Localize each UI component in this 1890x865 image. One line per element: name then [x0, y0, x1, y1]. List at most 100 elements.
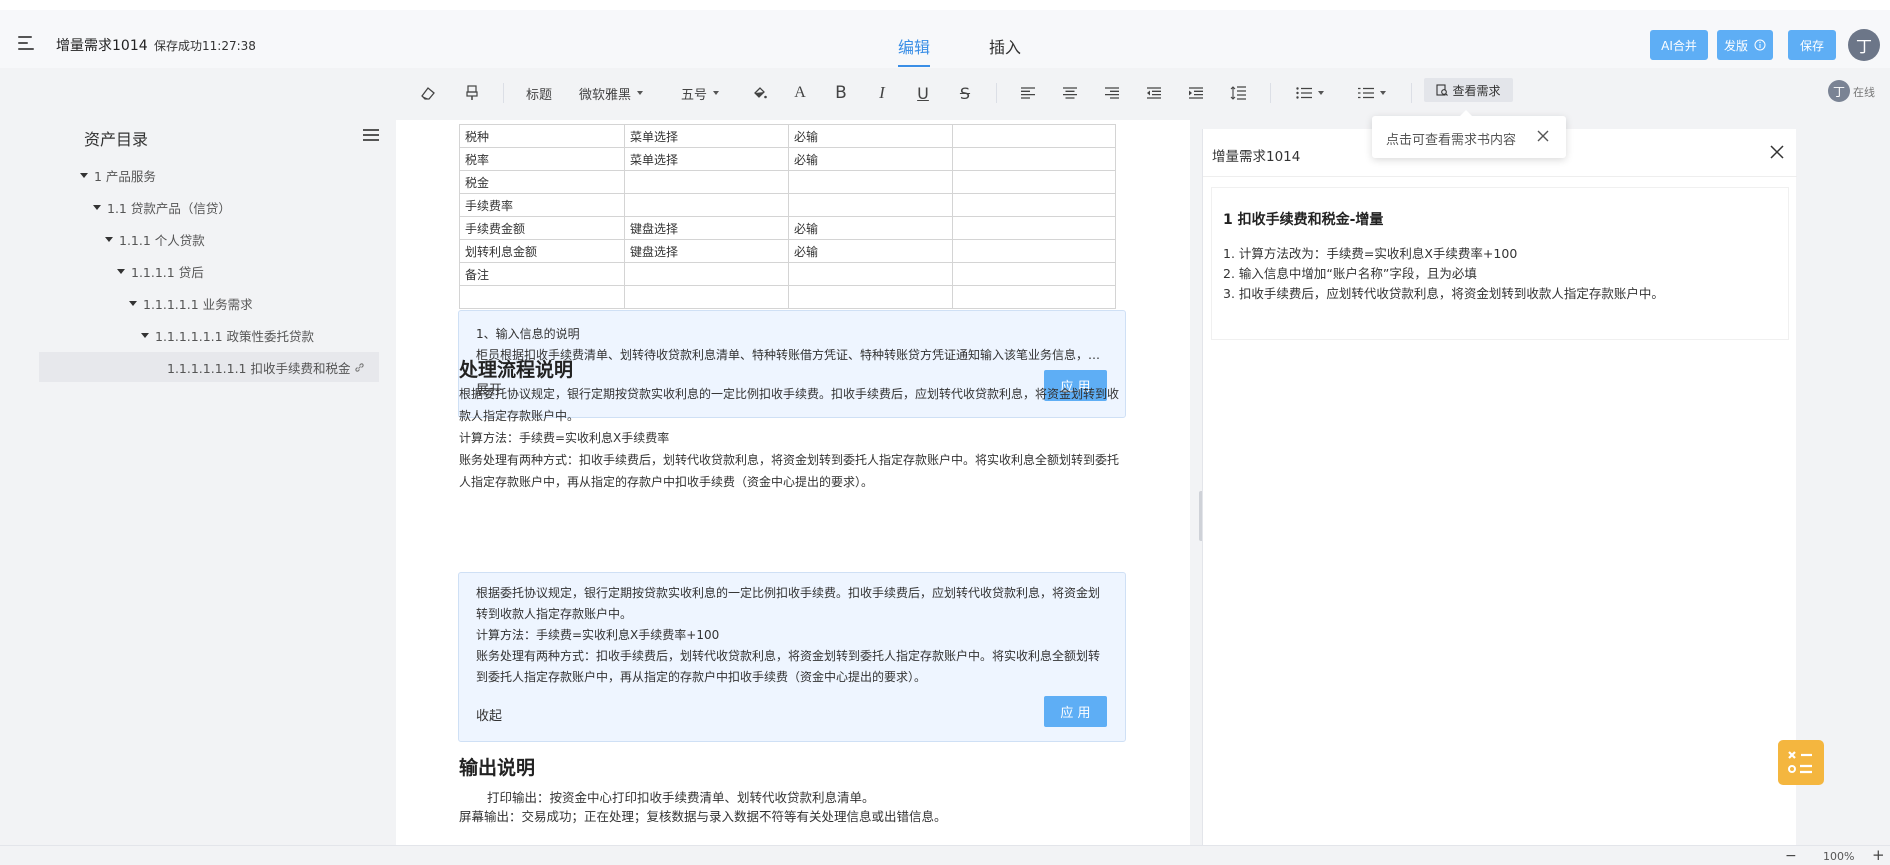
table-row: 税金 [459, 170, 1116, 194]
tooltip-text: 点击可查看需求书内容 [1386, 133, 1517, 148]
caret-down-icon [117, 268, 125, 274]
requirement-content: 1 扣收手续费和税金-增量 1. 计算方法改为：手续费=实收利息X手续费率+10… [1212, 188, 1788, 339]
process-text: 根据委托协议规定，银行定期按贷款实收利息的一定比例扣收手续费。扣收手续费后，应划… [459, 387, 1120, 489]
requirement-item: 2. 输入信息中增加“账户名称”字段，且为必填 [1223, 266, 1477, 281]
size-select[interactable]: 五号 [674, 81, 726, 105]
requirement-section-title: 1 扣收手续费和税金-增量 [1223, 212, 1384, 228]
align-right-icon[interactable] [1102, 81, 1122, 105]
link-icon [355, 362, 365, 372]
view-requirement-button[interactable]: 查看需求 [1424, 78, 1513, 102]
divider [1270, 83, 1271, 103]
document-page: 税种 菜单选择 必输 税率 菜单选择 必输 税金 手续费率 手续费金额 键盘选择 必输 划转… [396, 120, 1190, 845]
save-status: 保存成功11:27:38 [154, 39, 256, 53]
table-row: 税种 菜单选择 必输 [459, 124, 1116, 148]
process-heading: 处理流程说明 [459, 359, 574, 381]
underline-icon[interactable]: U [913, 81, 933, 105]
fill-color-icon[interactable] [750, 81, 770, 105]
table-row [459, 285, 1116, 309]
ai-merge-button[interactable]: AI合并 [1650, 30, 1708, 60]
output-line: 打印输出：按资金中心打印扣收手续费清单、划转代收贷款利息清单。 [487, 790, 875, 805]
info-icon [1754, 39, 1766, 51]
requirement-panel: 增量需求1014 1 扣收手续费和税金-增量 1. 计算方法改为：手续费=实收利… [1202, 129, 1797, 845]
format-painter-icon[interactable] [462, 81, 482, 105]
online-user-avatar[interactable]: 丁 [1828, 80, 1850, 102]
align-center-icon[interactable] [1060, 81, 1080, 105]
tree-item[interactable]: 1.1.1 个人贷款 [105, 224, 205, 254]
hamburger-menu-icon[interactable] [18, 35, 36, 51]
divider [503, 83, 504, 103]
card-text: 根据委托协议规定，银行定期按贷款实收利息的一定比例扣收手续费。扣收手续费后，应划… [476, 586, 1101, 684]
sidebar-title: 资产目录 [84, 130, 149, 149]
chevron-down-icon [1318, 91, 1324, 95]
align-left-icon[interactable] [1018, 81, 1038, 105]
close-icon[interactable] [1769, 144, 1785, 160]
bullet-list-icon[interactable] [1292, 81, 1328, 105]
table-row: 手续费率 [459, 193, 1116, 217]
divider [1411, 83, 1412, 103]
numbered-list-icon[interactable] [1354, 81, 1390, 105]
ai-suggestion-card: 根据委托协议规定，银行定期按贷款实收利息的一定比例扣收手续费。扣收手续费后，应划… [458, 572, 1126, 742]
card-line: 1、输入信息的说明 [476, 327, 580, 341]
indent-decrease-icon[interactable] [1144, 81, 1164, 105]
chevron-down-icon [1380, 91, 1386, 95]
divider [996, 83, 997, 103]
tree-item[interactable]: 1.1 贷款产品（信贷） [93, 192, 231, 222]
field-table: 税种 菜单选择 必输 税率 菜单选择 必输 税金 手续费率 手续费金额 键盘选择 必输 划转… [459, 124, 1116, 309]
tab-insert[interactable]: 插入 [989, 34, 1021, 58]
zoom-out-button[interactable]: − [1785, 848, 1797, 864]
panel-title: 增量需求1014 [1212, 149, 1301, 165]
heading-select[interactable]: 标题 [523, 81, 555, 105]
tab-edit[interactable]: 编辑 [898, 34, 931, 67]
table-row: 划转利息金额 键盘选择 必输 [459, 239, 1116, 263]
document-search-icon [1436, 84, 1449, 96]
tree-item[interactable]: 1.1.1.1.1.1 政策性委托贷款 [141, 320, 314, 350]
publish-label: 发版 [1723, 38, 1748, 53]
online-status: 在线 [1853, 86, 1875, 99]
requirement-item: 1. 计算方法改为：手续费=实收利息X手续费率+100 [1223, 246, 1518, 261]
font-select[interactable]: 微软雅黑 [572, 81, 650, 105]
calculator-icon [1788, 751, 1812, 774]
save-button[interactable]: 保存 [1788, 30, 1836, 60]
caret-down-icon [141, 332, 149, 338]
eraser-icon[interactable] [418, 81, 438, 105]
table-row: 税率 菜单选择 必输 [459, 147, 1116, 171]
output-heading: 输出说明 [459, 757, 536, 779]
close-icon[interactable] [1536, 129, 1550, 143]
strikethrough-icon[interactable]: S [955, 81, 975, 105]
top-header: 增量需求1014 保存成功11:27:38 编辑 插入 AI合并 发版 保存 丁 [0, 0, 1890, 68]
sidebar-menu-icon[interactable] [363, 128, 379, 142]
font-label: 微软雅黑 [578, 87, 631, 103]
zoom-level: 100% [1823, 850, 1855, 863]
size-label: 五号 [680, 87, 707, 103]
font-color-icon[interactable]: A [790, 81, 810, 105]
italic-icon[interactable]: I [872, 81, 892, 105]
table-row: 备注 [459, 262, 1116, 286]
tree-item[interactable]: 1.1.1.1 贷后 [117, 256, 204, 286]
apply-button[interactable]: 应 用 [1044, 696, 1107, 727]
zoom-in-button[interactable]: + [1872, 846, 1885, 864]
collapse-link[interactable]: 收起 [476, 705, 502, 724]
tree-item[interactable]: 1 产品服务 [80, 160, 156, 190]
document-title: 增量需求1014 [56, 38, 148, 54]
output-line: 屏幕输出：交易成功；正在处理；复核数据与录入数据不符等有关处理信息或出错信息。 [459, 809, 947, 824]
asset-catalog-sidebar: 资产目录 1 产品服务 1.1 贷款产品（信贷） 1.1.1 个人贷款 1.1.… [0, 120, 390, 845]
tree-item[interactable]: 1.1.1.1.1 业务需求 [129, 288, 253, 318]
chevron-down-icon [637, 91, 643, 95]
chevron-down-icon [713, 91, 719, 95]
indent-increase-icon[interactable] [1186, 81, 1206, 105]
caret-down-icon [105, 236, 113, 242]
status-bar: − 100% + [0, 845, 1890, 865]
format-toolbar: 标题 微软雅黑 五号 A B I U S 查看需求 [0, 68, 1890, 120]
caret-down-icon [93, 204, 101, 210]
line-spacing-icon[interactable] [1228, 81, 1248, 105]
caret-down-icon [129, 300, 137, 306]
view-requirement-label: 查看需求 [1452, 83, 1501, 98]
table-row: 手续费金额 键盘选择 必输 [459, 216, 1116, 240]
tooltip-popup: 点击可查看需求书内容 [1372, 110, 1566, 158]
bold-icon[interactable]: B [831, 81, 851, 105]
tree-item-selected[interactable]: 1.1.1.1.1.1.1 扣收手续费和税金 [39, 352, 379, 382]
publish-button[interactable]: 发版 [1717, 30, 1773, 60]
caret-down-icon [80, 172, 88, 178]
user-avatar[interactable]: 丁 [1848, 29, 1880, 61]
calculator-button[interactable] [1778, 740, 1824, 785]
